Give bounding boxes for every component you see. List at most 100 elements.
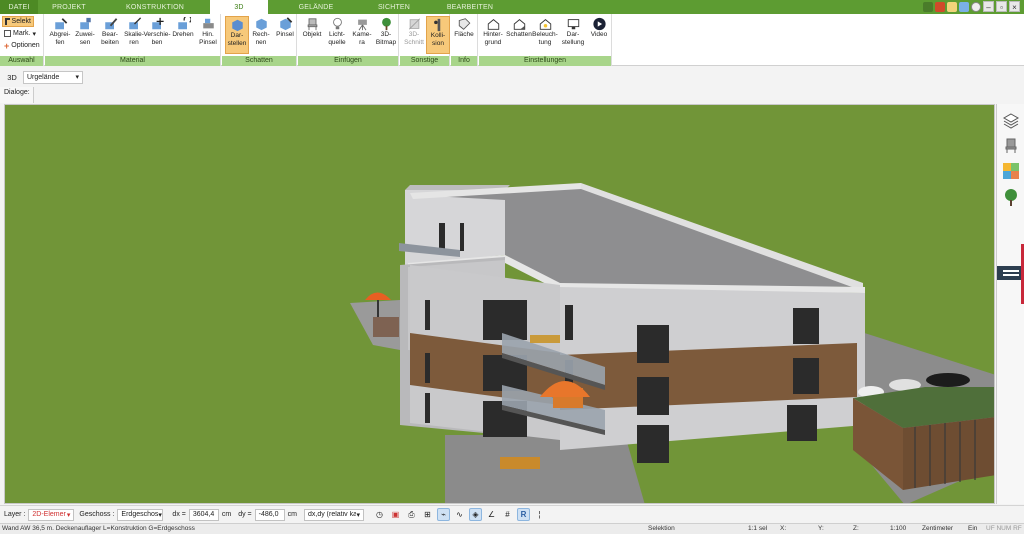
shadow-brush-icon	[279, 17, 292, 31]
tools-icon[interactable]	[935, 2, 945, 12]
material-palette-icon[interactable]	[1002, 162, 1020, 180]
dy-input[interactable]: -486,0	[254, 508, 285, 521]
flaeche-button[interactable]: Fläche	[452, 16, 476, 54]
group-label: Schatten	[222, 56, 296, 66]
rechnen-button[interactable]: Rech- nen	[249, 16, 273, 54]
panel-toggle-button[interactable]	[997, 266, 1024, 280]
area-icon	[458, 18, 470, 30]
save-icon[interactable]	[959, 2, 969, 12]
help-icon[interactable]	[971, 2, 981, 12]
video-button[interactable]: Video	[587, 16, 611, 54]
selekt-label: Selekt	[11, 18, 31, 25]
terrain-select[interactable]: Urgelände ▾	[23, 70, 83, 84]
mark-button[interactable]: Mark. ▾	[2, 28, 38, 39]
group-label: Sonstige	[400, 56, 449, 66]
cursor-icon	[5, 18, 10, 25]
tab-konstruktion[interactable]: KONSTRUKTION	[100, 0, 210, 14]
tab-projekt[interactable]: PROJEKT	[38, 0, 100, 14]
cursor-line-icon[interactable]: ¦	[533, 508, 546, 521]
layers-icon[interactable]	[1002, 112, 1020, 130]
optionen-button[interactable]: + Optionen	[2, 40, 42, 51]
restore-icon[interactable]: ▫	[996, 1, 1007, 12]
drehen-button[interactable]: Drehen	[171, 16, 195, 54]
darstellen-button[interactable]: Dar- stellen	[225, 16, 249, 54]
status-scale: 1:100	[890, 525, 907, 532]
print-icon[interactable]: ⎙	[405, 508, 418, 521]
bearbeiten-button[interactable]: Bear- beiten	[98, 16, 122, 54]
skalieren-button[interactable]: Skalie- ren	[122, 16, 146, 54]
button-label: Licht- quelle	[328, 31, 346, 46]
house-light-icon	[539, 19, 551, 30]
screen-capture-icon[interactable]: ▣	[389, 508, 402, 521]
chair-icon[interactable]	[1002, 137, 1020, 155]
3d-bitmap-button[interactable]: 3D- Bitmap	[374, 16, 398, 54]
scale-icon	[128, 17, 141, 30]
status-ein: Ein	[968, 525, 978, 532]
verschieben-button[interactable]: Verschie- ben	[143, 16, 171, 54]
button-label: 3D- Bitmap	[375, 31, 397, 46]
coordinate-mode-value: dx,dy (relativ ka	[307, 511, 357, 518]
collision-icon	[433, 18, 440, 32]
button-label: Schatten	[506, 31, 532, 38]
beleuchtung-button[interactable]: Beleuch- tung	[532, 16, 558, 54]
objekt-button[interactable]: Objekt	[300, 16, 324, 54]
tab-3d[interactable]: 3D	[210, 0, 268, 14]
lichtquelle-button[interactable]: Licht- quelle	[325, 16, 349, 54]
tree-icon[interactable]	[1002, 188, 1020, 206]
menu-icon	[1003, 270, 1019, 276]
play-icon	[592, 17, 606, 31]
schatten-pinsel-button[interactable]: Pinsel	[273, 16, 297, 54]
button-label: Dar- stellung	[561, 31, 585, 46]
grid-icon[interactable]: #	[501, 508, 514, 521]
clock-icon[interactable]: ◷	[373, 508, 386, 521]
kollision-button[interactable]: Kolli- sion	[426, 16, 450, 54]
floor-select[interactable]: Erdgeschos ▾	[117, 508, 164, 521]
status-selection: 1:1 sel	[748, 525, 768, 532]
kamera-button[interactable]: Kame- ra	[350, 16, 374, 54]
window-controls: – ▫ ×	[923, 1, 1020, 12]
tab-datei[interactable]: DATEI	[0, 0, 38, 14]
dx-input[interactable]: 3604,4	[188, 508, 219, 521]
3d-viewport[interactable]	[4, 104, 995, 504]
floor-label: Geschoss :	[79, 511, 115, 518]
button-label: Rech- nen	[252, 31, 270, 46]
hintergrund-button[interactable]: Hinter- grund	[481, 16, 505, 54]
button-label: Kolli- sion	[430, 32, 446, 47]
brush-icon[interactable]	[923, 2, 933, 12]
schatten-settings-button[interactable]: Schatten	[506, 16, 532, 54]
chevron-down-icon: ▾	[158, 511, 162, 519]
button-label: Beleuch- tung	[532, 31, 558, 46]
selekt-button[interactable]: Selekt	[2, 16, 34, 27]
curve-icon[interactable]: ∿	[453, 508, 466, 521]
snap-icon[interactable]: ⊞	[421, 508, 434, 521]
house-background-icon	[487, 19, 499, 30]
hin-pinsel-button[interactable]: Hin. Pinsel	[196, 16, 220, 54]
zuweisen-button[interactable]: Zuwei- sen	[73, 16, 97, 54]
darstellung-button[interactable]: Dar- stellung	[561, 16, 585, 54]
button-label: Pinsel	[276, 31, 294, 38]
rotate-icon	[177, 17, 191, 30]
status-mode: Selektion	[648, 525, 675, 532]
layer-select[interactable]: 2D-Elemer ▾	[28, 508, 75, 521]
raster-icon[interactable]: R	[516, 508, 530, 521]
group-einfuegen: Objekt Licht- quelle Kame- ra 3D- Bitmap…	[298, 14, 399, 66]
tab-bearbeiten[interactable]: BEARBEITEN	[424, 0, 516, 14]
3d-schnitt-button[interactable]: 3D- Schnitt	[402, 16, 426, 54]
lightbulb-icon	[332, 17, 342, 30]
folder-icon[interactable]	[947, 2, 957, 12]
draw-line-icon[interactable]: ⌁	[436, 508, 450, 521]
minimize-icon[interactable]: –	[983, 1, 994, 12]
button-label: Verschie- ben	[143, 31, 171, 46]
eyedropper-icon	[54, 18, 67, 30]
3d-scene	[5, 105, 994, 503]
coordinate-mode-select[interactable]: dx,dy (relativ ka ▾	[303, 508, 364, 521]
3d-cube-icon[interactable]: ◈	[468, 508, 482, 521]
tab-sichten[interactable]: SICHTEN	[364, 0, 424, 14]
abgreifen-button[interactable]: Abgrei- fen	[48, 16, 72, 54]
close-icon[interactable]: ×	[1009, 1, 1020, 12]
status-bar: Wand AW 36,5 m. Deckenauflager L=Konstru…	[0, 523, 1024, 534]
mark-icon	[4, 30, 11, 37]
angle-icon[interactable]: ∠	[485, 508, 498, 521]
right-sidebar	[996, 104, 1024, 504]
tab-gelaende[interactable]: GELÄNDE	[268, 0, 364, 14]
